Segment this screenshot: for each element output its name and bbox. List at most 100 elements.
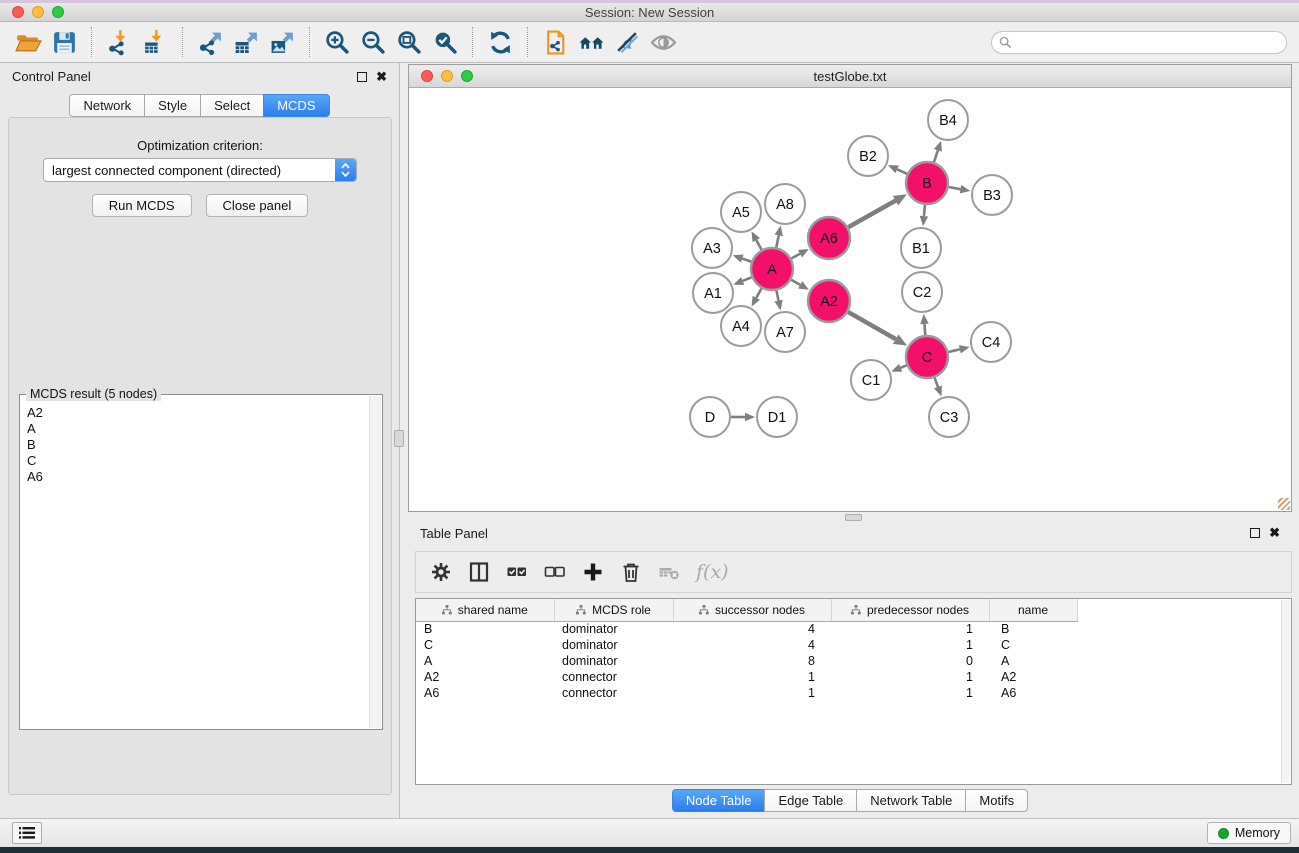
close-table-panel-icon[interactable]: ✖: [1269, 528, 1280, 538]
table-cell[interactable]: A: [416, 653, 554, 669]
table-cell[interactable]: 1: [673, 669, 831, 685]
edge-C-C2[interactable]: [924, 324, 925, 335]
select-all-columns-icon[interactable]: [506, 561, 528, 583]
edge-A-A2[interactable]: [791, 280, 800, 285]
node-A1[interactable]: A1: [693, 273, 733, 313]
tab-network-table[interactable]: Network Table: [856, 789, 966, 812]
table-cell[interactable]: dominator: [554, 637, 673, 653]
zoom-selected-button[interactable]: [427, 26, 463, 58]
node-A2[interactable]: A2: [808, 280, 850, 322]
edge-B-B3[interactable]: [949, 187, 961, 189]
edge-A2-C[interactable]: [848, 312, 896, 339]
zoom-out-button[interactable]: [355, 26, 391, 58]
network-window-titlebar[interactable]: testGlobe.txt: [409, 65, 1291, 88]
edge-B-B2[interactable]: [897, 169, 907, 174]
tab-edge-table[interactable]: Edge Table: [764, 789, 857, 812]
edge-A-A3[interactable]: [742, 259, 751, 262]
edge-A-A8[interactable]: [776, 235, 778, 247]
table-cell[interactable]: 0: [831, 653, 989, 669]
column-chooser-icon[interactable]: [468, 561, 490, 583]
edge-A-A1[interactable]: [743, 277, 752, 281]
memory-button[interactable]: Memory: [1207, 822, 1291, 844]
search-field[interactable]: [991, 31, 1287, 54]
table-cell[interactable]: 1: [831, 621, 989, 637]
table-cell[interactable]: A: [989, 653, 1077, 669]
home-button[interactable]: [573, 26, 609, 58]
table-cell[interactable]: dominator: [554, 621, 673, 637]
export-table-button[interactable]: [228, 26, 264, 58]
node-A7[interactable]: A7: [765, 312, 805, 352]
node-C3[interactable]: C3: [929, 397, 969, 437]
node-A3[interactable]: A3: [692, 228, 732, 268]
close-panel-icon[interactable]: ✖: [376, 72, 387, 82]
vertical-splitter-grip[interactable]: [394, 430, 404, 447]
node-A5[interactable]: A5: [721, 192, 761, 232]
node-A4[interactable]: A4: [721, 306, 761, 346]
edge-A-A7[interactable]: [776, 291, 778, 301]
hide-labels-button[interactable]: a: [609, 26, 645, 58]
edge-B-B4[interactable]: [934, 150, 938, 162]
column-header[interactable]: predecessor nodes: [831, 599, 989, 621]
float-table-panel-icon[interactable]: [1250, 528, 1260, 538]
apply-layout-button[interactable]: [482, 26, 518, 58]
result-item[interactable]: C: [27, 453, 363, 469]
zoom-in-button[interactable]: [319, 26, 355, 58]
table-cell[interactable]: 8: [673, 653, 831, 669]
column-header[interactable]: name: [989, 599, 1077, 621]
node-A8[interactable]: A8: [765, 184, 805, 224]
column-header[interactable]: successor nodes: [673, 599, 831, 621]
optimization-criterion-dropdown[interactable]: largest connected component (directed): [43, 158, 357, 182]
table-row[interactable]: Bdominator41B: [416, 621, 1077, 637]
table-cell[interactable]: 1: [831, 669, 989, 685]
result-item[interactable]: A2: [27, 405, 363, 421]
open-session-button[interactable]: [10, 26, 46, 58]
edge-C-C1[interactable]: [901, 365, 907, 367]
table-cell[interactable]: B: [989, 621, 1077, 637]
node-D1[interactable]: D1: [757, 397, 797, 437]
edge-C-C4[interactable]: [948, 349, 959, 352]
table-scrollbar[interactable]: [1281, 600, 1290, 783]
column-header[interactable]: shared name: [416, 599, 554, 621]
mcds-result-list[interactable]: A2ABCA6: [21, 401, 369, 728]
network-resize-grip[interactable]: [1278, 498, 1290, 510]
result-item[interactable]: B: [27, 437, 363, 453]
edge-A-A5[interactable]: [756, 240, 761, 250]
node-B[interactable]: B: [906, 162, 948, 204]
import-network-button[interactable]: [101, 26, 137, 58]
table-settings-gear-icon[interactable]: [430, 561, 452, 583]
table-cell[interactable]: A6: [989, 685, 1077, 701]
edge-A-A6[interactable]: [791, 254, 800, 259]
node-A[interactable]: A: [751, 248, 793, 290]
table-cell[interactable]: 1: [831, 685, 989, 701]
node-B3[interactable]: B3: [972, 175, 1012, 215]
table-row[interactable]: Adominator80A: [416, 653, 1077, 669]
tab-motifs[interactable]: Motifs: [965, 789, 1028, 812]
node-C4[interactable]: C4: [971, 322, 1011, 362]
table-cell[interactable]: 4: [673, 621, 831, 637]
show-graphics-details-button[interactable]: [645, 26, 681, 58]
node-D[interactable]: D: [690, 397, 730, 437]
node-table-grid[interactable]: shared nameMCDS rolesuccessor nodesprede…: [416, 599, 1078, 701]
search-input[interactable]: [1017, 34, 1279, 50]
node-B2[interactable]: B2: [848, 136, 888, 176]
tab-style[interactable]: Style: [144, 94, 201, 117]
import-table-button[interactable]: [137, 26, 173, 58]
tab-mcds[interactable]: MCDS: [263, 94, 329, 117]
table-cell[interactable]: dominator: [554, 653, 673, 669]
task-history-button[interactable]: [12, 822, 42, 844]
node-C2[interactable]: C2: [902, 272, 942, 312]
edge-C-C3[interactable]: [935, 378, 938, 387]
export-image-button[interactable]: [264, 26, 300, 58]
table-cell[interactable]: connector: [554, 669, 673, 685]
tab-node-table[interactable]: Node Table: [672, 789, 766, 812]
export-network-button[interactable]: [192, 26, 228, 58]
table-cell[interactable]: C: [416, 637, 554, 653]
table-row[interactable]: A2connector11A2: [416, 669, 1077, 685]
table-cell[interactable]: connector: [554, 685, 673, 701]
result-item[interactable]: A: [27, 421, 363, 437]
function-builder-icon[interactable]: f(x): [696, 561, 729, 583]
column-header[interactable]: MCDS role: [554, 599, 673, 621]
result-item[interactable]: A6: [27, 469, 363, 485]
node-C[interactable]: C: [906, 336, 948, 378]
node-B4[interactable]: B4: [928, 100, 968, 140]
